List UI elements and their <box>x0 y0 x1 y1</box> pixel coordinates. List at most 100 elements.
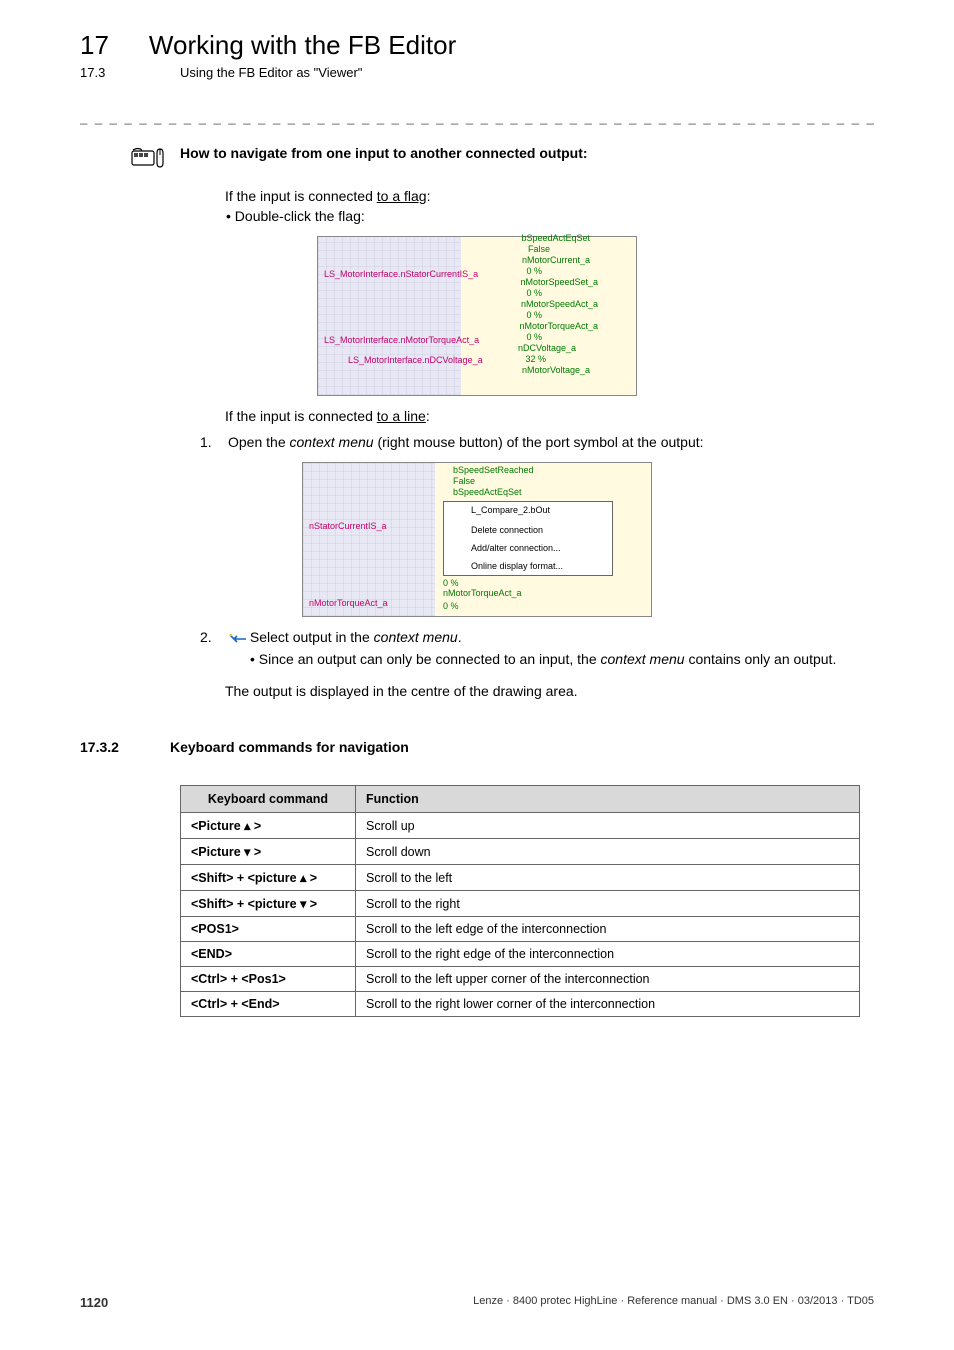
text: If the input is connected <box>225 188 377 204</box>
howto-title: How to navigate from one input to anothe… <box>180 145 588 161</box>
cell-command: <END> <box>181 942 356 967</box>
table-row: <Picture ▴ >Scroll up <box>181 813 860 839</box>
cell-function: Scroll up <box>356 813 860 839</box>
label: Online display format... <box>471 561 563 571</box>
label: 0 % <box>526 266 542 276</box>
label: 32 % <box>525 354 546 364</box>
cell-function: Scroll to the left upper corner of the i… <box>356 967 860 992</box>
line-intro: If the input is connected to a line: <box>225 408 874 424</box>
text: : <box>427 188 431 204</box>
label: 0 % <box>526 288 542 298</box>
step-text: Select output in the context menu. <box>228 629 462 645</box>
step-number: 1. <box>200 434 218 450</box>
step-text: Open the context menu (right mouse butto… <box>228 434 704 450</box>
cell-function: Scroll to the left <box>356 865 860 891</box>
t: . <box>458 629 462 645</box>
text: If the input is connected <box>225 408 377 424</box>
cell-command: <Picture ▾ > <box>181 839 356 865</box>
label: nStatorCurrentIS_a <box>309 521 387 531</box>
cell-function: Scroll to the right <box>356 891 860 917</box>
step-1: 1. Open the context menu (right mouse bu… <box>200 434 874 450</box>
step-2: 2. Select output in the context menu. <box>200 629 874 645</box>
label: LS_MotorInterface.nMotorTorqueAct_a <box>324 335 479 345</box>
cell-command: <Shift> + <picture ▴ > <box>181 865 356 891</box>
cell-function: Scroll down <box>356 839 860 865</box>
section-number: 17.3 <box>80 65 140 80</box>
t-italic: context menu <box>601 651 685 667</box>
label: Delete connection <box>471 525 543 535</box>
label: nMotorTorqueAct_a <box>309 598 388 608</box>
result-text: The output is displayed in the centre of… <box>225 683 874 699</box>
cell-command: <Ctrl> + <Pos1> <box>181 967 356 992</box>
label: nMotorTorqueAct_a <box>443 588 522 598</box>
arrow-icon <box>228 632 246 644</box>
table-row: <END>Scroll to the right edge of the int… <box>181 942 860 967</box>
t-italic: context menu <box>290 434 374 450</box>
cell-function: Scroll to the right lower corner of the … <box>356 992 860 1017</box>
cell-command: <Ctrl> + <End> <box>181 992 356 1017</box>
subsection-heading: 17.3.2 Keyboard commands for navigation <box>80 739 874 755</box>
subsection-title: Keyboard commands for navigation <box>170 739 409 755</box>
table-row: <Ctrl> + <End>Scroll to the right lower … <box>181 992 860 1017</box>
label: 0 % <box>443 601 459 611</box>
label: L_Compare_2.bOut <box>471 505 550 515</box>
table-row: <Ctrl> + <Pos1>Scroll to the left upper … <box>181 967 860 992</box>
t: Select output in the <box>250 629 374 645</box>
screenshot-flag: LS_MotorInterface.nStatorCurrentIS_a LS_… <box>317 236 637 396</box>
subsection-number: 17.3.2 <box>80 739 130 755</box>
mouse-icon <box>130 145 170 176</box>
header-cmd: Keyboard command <box>181 786 356 813</box>
chapter-title: Working with the FB Editor <box>149 30 456 61</box>
cell-command: <Picture ▴ > <box>181 813 356 839</box>
page-footer: 1120 Lenze · 8400 protec HighLine · Refe… <box>80 1295 874 1310</box>
label: nDCVoltage_a <box>518 343 576 353</box>
cell-function: Scroll to the right edge of the intercon… <box>356 942 860 967</box>
label: nMotorSpeedSet_a <box>520 277 598 287</box>
label: bSpeedActEqSet <box>453 487 522 497</box>
label: bSpeedActEqSet <box>521 233 590 243</box>
cell-command: <POS1> <box>181 917 356 942</box>
flag-bullet: Double-click the flag: <box>240 208 874 224</box>
table-row: <Shift> + <picture ▾ >Scroll to the righ… <box>181 891 860 917</box>
label: nMotorSpeedAct_a <box>521 299 598 309</box>
label: Add/alter connection... <box>471 543 561 553</box>
label: 0 % <box>526 310 542 320</box>
flag-intro: If the input is connected to a flag: <box>225 188 874 204</box>
header-fn: Function <box>356 786 860 813</box>
text-underline: to a line <box>377 408 426 424</box>
label: nMotorCurrent_a <box>522 255 590 265</box>
page-number: 1120 <box>80 1295 108 1310</box>
text-underline: to a flag <box>377 188 427 204</box>
table-row: <Picture ▾ >Scroll down <box>181 839 860 865</box>
t-italic: context menu <box>374 629 458 645</box>
table-row: <POS1>Scroll to the left edge of the int… <box>181 917 860 942</box>
cell-function: Scroll to the left edge of the interconn… <box>356 917 860 942</box>
label: nMotorVoltage_a <box>522 365 590 375</box>
label: 0 % <box>526 332 542 342</box>
label: nMotorTorqueAct_a <box>519 321 598 331</box>
chapter-number: 17 <box>80 30 109 61</box>
label: 0 % <box>443 578 459 588</box>
label: LS_MotorInterface.nStatorCurrentIS_a <box>324 269 478 279</box>
table-row: <Shift> + <picture ▴ >Scroll to the left <box>181 865 860 891</box>
separator-dashes: _ _ _ _ _ _ _ _ _ _ _ _ _ _ _ _ _ _ _ _ … <box>80 110 874 125</box>
step-2-sub: Since an output can only be connected to… <box>250 651 874 667</box>
howto-heading: How to navigate from one input to anothe… <box>80 145 874 176</box>
t: contains only an output. <box>685 651 837 667</box>
t: Since an output can only be connected to… <box>259 651 601 667</box>
section-title: Using the FB Editor as "Viewer" <box>180 65 362 80</box>
sub-header: 17.3 Using the FB Editor as "Viewer" <box>80 65 874 80</box>
label: False <box>528 244 550 254</box>
label: False <box>453 476 475 486</box>
t: Open the <box>228 434 290 450</box>
text: : <box>426 408 430 424</box>
keyboard-commands-table: Keyboard command Function <Picture ▴ >Sc… <box>180 785 860 1017</box>
label: bSpeedSetReached <box>453 465 534 475</box>
cell-command: <Shift> + <picture ▾ > <box>181 891 356 917</box>
label: LS_MotorInterface.nDCVoltage_a <box>348 355 483 365</box>
page-header: 17 Working with the FB Editor <box>80 30 874 61</box>
t: (right mouse button) of the port symbol … <box>374 434 704 450</box>
footer-text: Lenze · 8400 protec HighLine · Reference… <box>473 1295 874 1310</box>
table-header-row: Keyboard command Function <box>181 786 860 813</box>
step-number: 2. <box>200 629 218 645</box>
